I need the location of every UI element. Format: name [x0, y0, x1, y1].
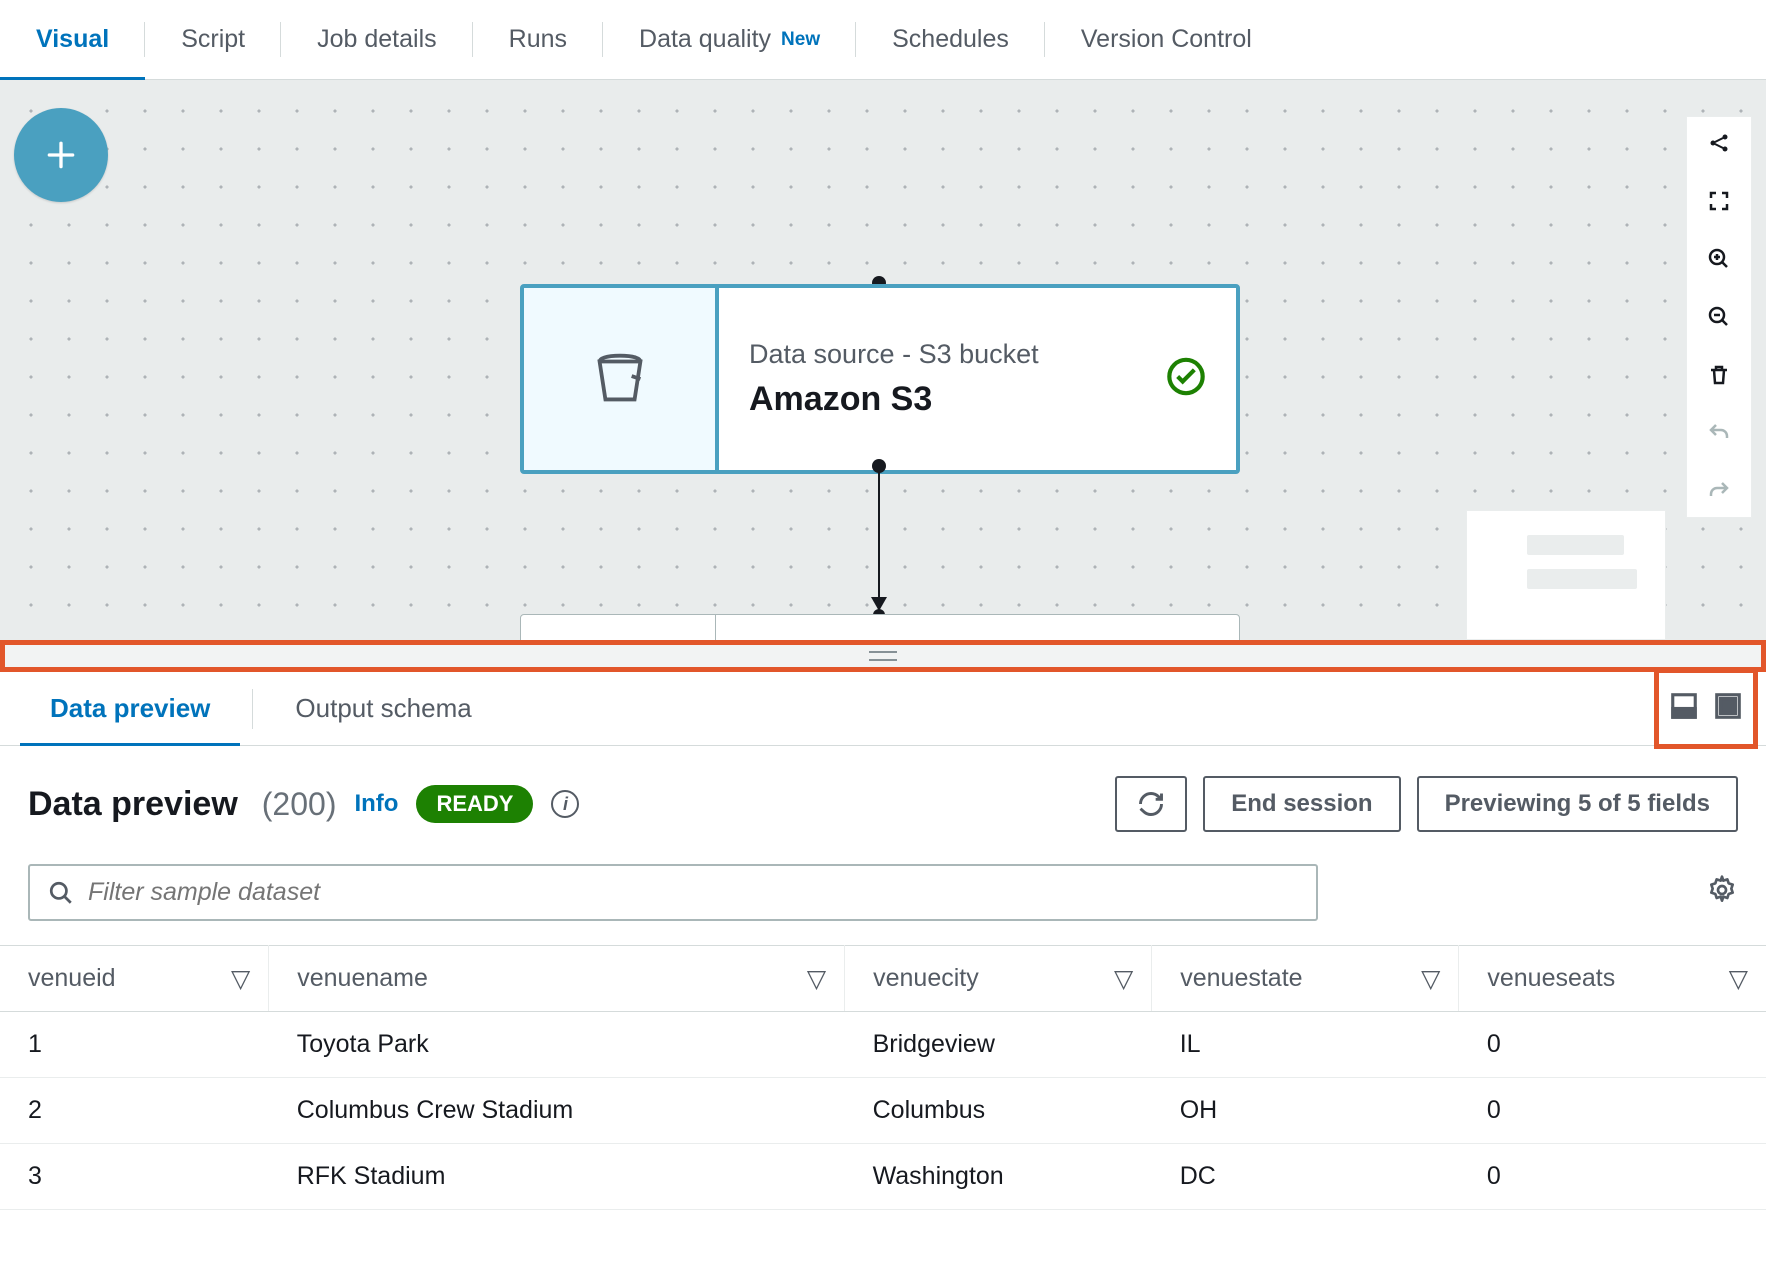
panel-layout-highlight: [1654, 668, 1758, 749]
filter-row: [0, 852, 1766, 945]
field-selector-button[interactable]: Previewing 5 of 5 fields: [1417, 776, 1738, 832]
bucket-icon: [585, 344, 655, 414]
node-subtitle: Data source - S3 bucket: [749, 339, 1206, 370]
filter-column-icon[interactable]: ▽: [807, 964, 826, 994]
refresh-button[interactable]: [1115, 776, 1187, 832]
tab-data-quality[interactable]: Data quality New: [603, 0, 856, 79]
undo-icon[interactable]: [1703, 417, 1735, 449]
tab-label: Data quality: [639, 25, 771, 54]
delete-icon[interactable]: [1703, 359, 1735, 391]
tab-label: Script: [181, 25, 245, 54]
preview-table: venueid ▽ venuename ▽ venuecity ▽ venues…: [0, 945, 1766, 1210]
settings-button[interactable]: [1706, 874, 1738, 911]
bottom-panel: Data preview Output schema Data preview …: [0, 672, 1766, 1210]
col-header-venuestate[interactable]: venuestate ▽: [1152, 946, 1459, 1012]
node-icon-area: [524, 288, 719, 470]
preview-count: (200): [262, 786, 337, 823]
panel-dock-bottom-icon[interactable]: [1669, 691, 1699, 726]
table-row[interactable]: 3 RFK Stadium Washington DC 0: [0, 1144, 1766, 1210]
table-row[interactable]: 2 Columbus Crew Stadium Columbus OH 0: [0, 1078, 1766, 1144]
filter-column-icon[interactable]: ▽: [231, 964, 250, 994]
node-icon-area: [521, 615, 716, 640]
filter-column-icon[interactable]: ▽: [1421, 964, 1440, 994]
minimap[interactable]: [1466, 510, 1666, 640]
filter-input-wrapper[interactable]: [28, 864, 1318, 921]
col-header-venuecity[interactable]: venuecity ▽: [845, 946, 1152, 1012]
preview-title: Data preview: [28, 785, 238, 824]
node-body: Data target - Snowflake: [716, 615, 1239, 640]
check-circle-icon: [1166, 357, 1206, 397]
search-icon: [48, 880, 74, 906]
tab-label: Job details: [317, 25, 437, 54]
new-badge: New: [781, 29, 820, 51]
tab-label: Schedules: [892, 25, 1009, 54]
subtab-data-preview[interactable]: Data preview: [20, 672, 240, 745]
filter-column-icon[interactable]: ▽: [1729, 964, 1748, 994]
gear-icon: [1706, 874, 1738, 906]
info-link[interactable]: Info: [354, 790, 398, 818]
col-header-venueseats[interactable]: venueseats ▽: [1459, 946, 1766, 1012]
col-header-venuename[interactable]: venuename ▽: [269, 946, 845, 1012]
info-icon[interactable]: i: [551, 790, 579, 818]
node-connector: [878, 467, 880, 609]
tab-label: Runs: [509, 25, 567, 54]
grip-icon: [869, 651, 897, 661]
node-status-ok: [1166, 357, 1206, 402]
table-row[interactable]: 1 Toyota Park Bridgeview IL 0: [0, 1012, 1766, 1078]
subtab-label: Output schema: [295, 693, 471, 724]
share-icon[interactable]: [1703, 127, 1735, 159]
redo-icon[interactable]: [1703, 475, 1735, 507]
tab-runs[interactable]: Runs: [473, 0, 603, 79]
add-node-button[interactable]: [14, 108, 108, 202]
subtab-output-schema[interactable]: Output schema: [265, 672, 501, 745]
node-data-source-s3[interactable]: Data source - S3 bucket Amazon S3: [520, 284, 1240, 474]
panel-resize-handle[interactable]: [0, 640, 1766, 672]
node-title: Amazon S3: [749, 380, 1206, 419]
tab-visual[interactable]: Visual: [0, 0, 145, 79]
canvas-toolbar: [1686, 116, 1752, 518]
tab-schedules[interactable]: Schedules: [856, 0, 1045, 79]
tab-label: Visual: [36, 25, 109, 54]
tab-job-details[interactable]: Job details: [281, 0, 473, 79]
refresh-icon: [1137, 790, 1165, 818]
filter-column-icon[interactable]: ▽: [1114, 964, 1133, 994]
node-body: Data source - S3 bucket Amazon S3: [719, 288, 1236, 470]
fullscreen-icon[interactable]: [1703, 185, 1735, 217]
tab-version-control[interactable]: Version Control: [1045, 0, 1288, 79]
status-badge: READY: [416, 785, 533, 823]
filter-input[interactable]: [88, 878, 1298, 907]
node-data-target-snowflake[interactable]: Data target - Snowflake: [520, 614, 1240, 640]
zoom-in-icon[interactable]: [1703, 243, 1735, 275]
tab-script[interactable]: Script: [145, 0, 281, 79]
end-session-button[interactable]: End session: [1203, 776, 1400, 832]
col-header-venueid[interactable]: venueid ▽: [0, 946, 269, 1012]
preview-actions: End session Previewing 5 of 5 fields: [1115, 776, 1738, 832]
panel-maximize-icon[interactable]: [1713, 691, 1743, 726]
visual-canvas[interactable]: Data source - S3 bucket Amazon S3 Data: [0, 80, 1766, 640]
subtab-label: Data preview: [50, 693, 210, 724]
preview-header: Data preview (200) Info READY i End sess…: [0, 746, 1766, 852]
plus-icon: [41, 135, 81, 175]
zoom-out-icon[interactable]: [1703, 301, 1735, 333]
top-tabs: Visual Script Job details Runs Data qual…: [0, 0, 1766, 80]
sub-tabs: Data preview Output schema: [0, 672, 1766, 746]
tab-label: Version Control: [1081, 25, 1252, 54]
